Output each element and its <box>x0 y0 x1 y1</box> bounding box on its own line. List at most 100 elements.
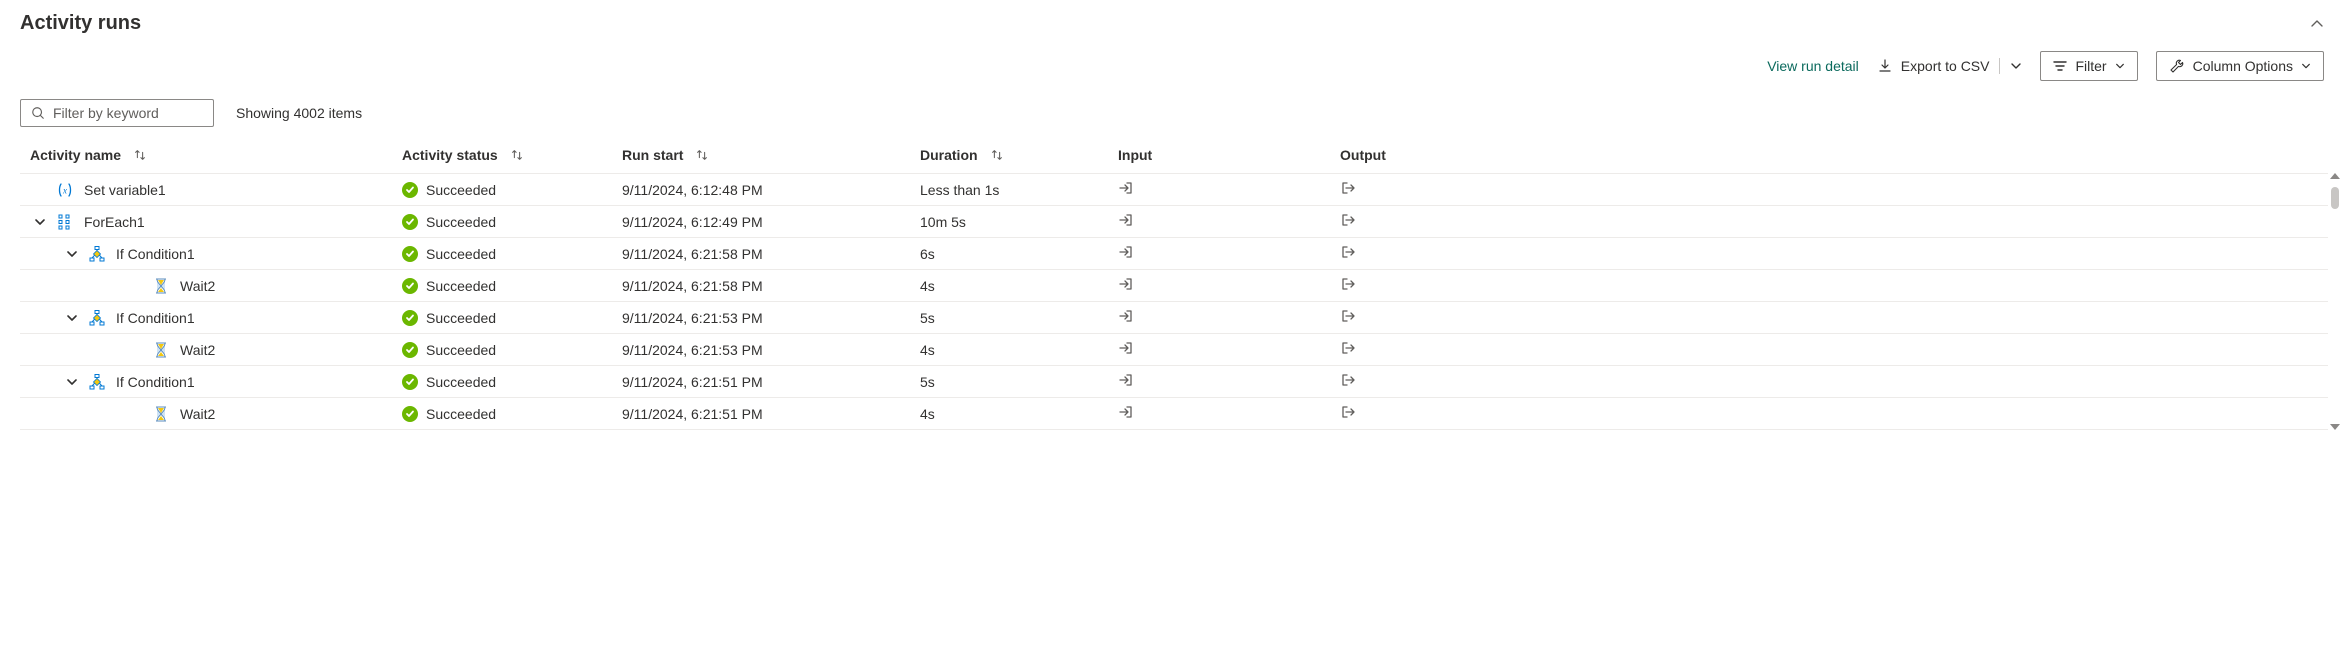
status-text: Succeeded <box>426 342 496 358</box>
search-icon <box>31 106 45 120</box>
run-start: 9/11/2024, 6:12:49 PM <box>622 214 920 230</box>
items-count: Showing 4002 items <box>236 105 362 121</box>
input-icon[interactable] <box>1118 340 1134 356</box>
output-icon[interactable] <box>1340 212 1356 228</box>
expander-icon[interactable] <box>30 216 50 228</box>
input-icon[interactable] <box>1118 244 1134 260</box>
input-icon[interactable] <box>1118 180 1134 196</box>
col-status-label: Activity status <box>402 147 498 163</box>
sort-icon[interactable] <box>133 148 147 162</box>
input-icon[interactable] <box>1118 404 1134 420</box>
if-activity-icon <box>88 309 106 327</box>
col-activity-name[interactable]: Activity name <box>30 147 402 163</box>
activity-name: ForEach1 <box>84 214 145 230</box>
output-icon[interactable] <box>1340 244 1356 260</box>
divider <box>1999 58 2000 74</box>
column-options-button[interactable]: Column Options <box>2156 51 2324 81</box>
output-icon[interactable] <box>1340 180 1356 196</box>
col-duration[interactable]: Duration <box>920 147 1118 163</box>
filter-button[interactable]: Filter <box>2040 51 2137 81</box>
column-headers: Activity name Activity status Run start … <box>20 139 2328 173</box>
activity-name: If Condition1 <box>116 374 195 390</box>
scroll-down-icon[interactable] <box>2330 424 2340 430</box>
sort-icon[interactable] <box>510 148 524 162</box>
success-icon <box>402 278 418 294</box>
expander-icon[interactable] <box>62 248 82 260</box>
chevron-down-icon <box>2115 61 2125 71</box>
collapse-panel-icon[interactable] <box>2306 13 2328 35</box>
run-start: 9/11/2024, 6:12:48 PM <box>622 182 920 198</box>
output-icon[interactable] <box>1340 276 1356 292</box>
table-row[interactable]: If Condition1 Succeeded 9/11/2024, 6:21:58… <box>20 238 2328 270</box>
col-duration-label: Duration <box>920 147 978 163</box>
status-text: Succeeded <box>426 182 496 198</box>
scrollbar[interactable] <box>2328 173 2342 430</box>
run-start: 9/11/2024, 6:21:53 PM <box>622 342 920 358</box>
run-start: 9/11/2024, 6:21:58 PM <box>622 246 920 262</box>
col-activity-status[interactable]: Activity status <box>402 147 622 163</box>
col-output-label: Output <box>1340 147 1386 163</box>
table-row[interactable]: Wait2Succeeded9/11/2024, 6:21:51 PM4s <box>20 398 2328 430</box>
expander-icon[interactable] <box>62 312 82 324</box>
wrench-icon <box>2169 58 2185 74</box>
input-icon[interactable] <box>1118 276 1134 292</box>
duration: 5s <box>920 310 1118 326</box>
activity-name: Wait2 <box>180 342 215 358</box>
run-start: 9/11/2024, 6:21:51 PM <box>622 374 920 390</box>
col-run-start[interactable]: Run start <box>622 147 920 163</box>
success-icon <box>402 246 418 262</box>
output-icon[interactable] <box>1340 340 1356 356</box>
run-start: 9/11/2024, 6:21:53 PM <box>622 310 920 326</box>
input-icon[interactable] <box>1118 212 1134 228</box>
expander-icon[interactable] <box>62 376 82 388</box>
col-start-label: Run start <box>622 147 683 163</box>
activity-name: Set variable1 <box>84 182 166 198</box>
table-row[interactable]: Wait2 Succeeded 9/11/2024, 6:21:53 PM4s <box>20 334 2328 366</box>
col-activity-label: Activity name <box>30 147 121 163</box>
output-icon[interactable] <box>1340 372 1356 388</box>
if-activity-icon <box>88 373 106 391</box>
foreach-activity-icon <box>56 213 74 231</box>
wait-activity-icon <box>152 277 170 295</box>
duration: 4s <box>920 278 1118 294</box>
scroll-up-icon[interactable] <box>2330 173 2340 179</box>
table-row[interactable]: If Condition1Succeeded9/11/2024, 6:21:53… <box>20 302 2328 334</box>
wait-activity-icon <box>152 341 170 359</box>
duration: 4s <box>920 342 1118 358</box>
column-options-label: Column Options <box>2193 58 2293 74</box>
export-csv-button[interactable]: Export to CSV <box>1901 58 1990 74</box>
filter-keyword-field[interactable] <box>20 99 214 127</box>
wait-activity-icon <box>152 405 170 423</box>
output-icon[interactable] <box>1340 404 1356 420</box>
input-icon[interactable] <box>1118 372 1134 388</box>
if-activity-icon <box>88 245 106 263</box>
table-row[interactable]: Wait2Succeeded9/11/2024, 6:21:58 PM4s <box>20 270 2328 302</box>
output-icon[interactable] <box>1340 308 1356 324</box>
export-dropdown-icon[interactable] <box>2010 60 2022 72</box>
col-input: Input <box>1118 147 1340 163</box>
table-row[interactable]: ForEach1 Succeeded 9/11/2024, 6:12:49 PM10… <box>20 206 2328 238</box>
activity-name: If Condition1 <box>116 246 195 262</box>
success-icon <box>402 374 418 390</box>
sort-icon[interactable] <box>695 148 709 162</box>
duration: 10m 5s <box>920 214 1118 230</box>
activity-name: If Condition1 <box>116 310 195 326</box>
variable-activity-icon: x <box>56 181 74 199</box>
status-text: Succeeded <box>426 214 496 230</box>
table-row[interactable]: x Set variable1 Succeeded 9/11/2024, 6:12:4… <box>20 174 2328 206</box>
run-start: 9/11/2024, 6:21:58 PM <box>622 278 920 294</box>
table-row[interactable]: If Condition1 Succeeded 9/11/2024, 6:21:51… <box>20 366 2328 398</box>
success-icon <box>402 406 418 422</box>
scroll-thumb[interactable] <box>2331 187 2339 209</box>
view-run-detail-link[interactable]: View run detail <box>1767 58 1859 74</box>
status-text: Succeeded <box>426 374 496 390</box>
run-start: 9/11/2024, 6:21:51 PM <box>622 406 920 422</box>
sort-icon[interactable] <box>990 148 1004 162</box>
svg-text:x: x <box>62 185 67 195</box>
download-icon[interactable] <box>1877 58 1893 74</box>
status-text: Succeeded <box>426 246 496 262</box>
success-icon <box>402 182 418 198</box>
input-icon[interactable] <box>1118 308 1134 324</box>
filter-keyword-input[interactable] <box>53 105 203 121</box>
duration: Less than 1s <box>920 182 1118 198</box>
